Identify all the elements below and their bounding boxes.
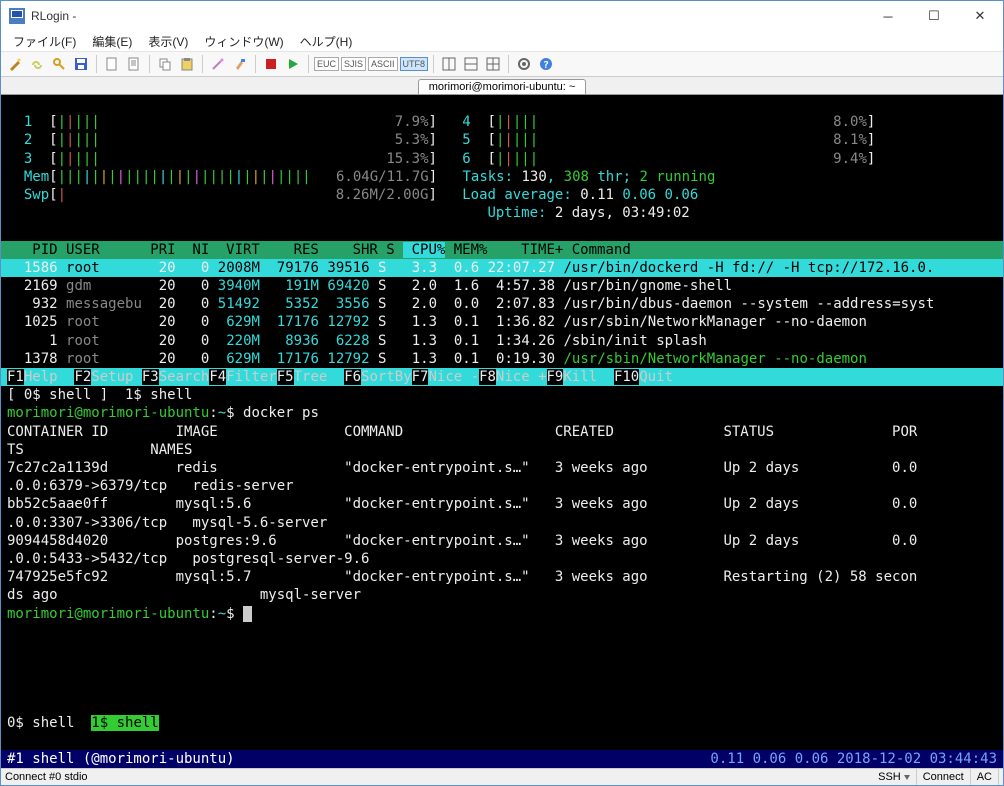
htop-header: PID USER PRI NI VIRT RES SHR S CPU% MEM%… [1,241,1003,259]
help-icon[interactable]: ? [536,54,556,74]
tmux-top-status: [ 0$ shell ] 1$ shell [1,386,1003,404]
maximize-button[interactable]: ☐ [911,1,957,31]
process-row[interactable]: 2169 gdm 20 0 3940M 191M 69420 S 2.0 1.6… [1,277,1003,295]
docker-row: 7c27c2a1139d redis "docker-entrypoint.s…… [1,459,1003,477]
command-text: docker ps [243,405,319,421]
process-row[interactable]: 1 root 20 0 220M 8936 6228 S 1.3 0.1 1:3… [1,332,1003,350]
menu-window[interactable]: ウィンドウ(W) [196,31,291,52]
docker-row: 747925e5fc92 mysql:5.7 "docker-entrypoin… [1,568,1003,586]
status-connect: Connect #0 stdio [5,771,88,783]
enc-utf8[interactable]: UTF8 [400,57,429,71]
docker-row: 9094458d4020 postgres:9.6 "docker-entryp… [1,532,1003,550]
app-icon [9,8,25,24]
process-row[interactable]: 1025 root 20 0 629M 17176 12792 S 1.3 0.… [1,313,1003,331]
key-icon[interactable] [49,54,69,74]
toolbar: EUC SJIS ASCII UTF8 ? [1,51,1003,77]
link-icon[interactable] [27,54,47,74]
docker-row: .0.0:5433->5432/tcp postgresql-server-9.… [1,550,1003,568]
grid2-icon[interactable] [461,54,481,74]
minimize-button[interactable]: ─ [865,1,911,31]
save-icon[interactable] [71,54,91,74]
docker-row: ds ago mysql-server [1,586,1003,604]
menu-edit[interactable]: 編集(E) [84,31,140,52]
docker-row: .0.0:6379->6379/tcp redis-server [1,477,1003,495]
docker-header: TS NAMES [1,441,1003,459]
wand2-icon[interactable] [208,54,228,74]
wand-icon[interactable] [5,54,25,74]
enc-ascii[interactable]: ASCII [368,57,398,71]
paste-icon[interactable] [177,54,197,74]
tab-strip: morimori@morimori-ubuntu: ~ [1,77,1003,95]
status-line: #1 shell (@morimori-ubuntu) 0.11 0.06 0.… [1,750,1003,768]
doc-icon[interactable] [124,54,144,74]
svg-text:?: ? [543,60,549,71]
menubar: ファイル(F) 編集(E) 表示(V) ウィンドウ(W) ヘルプ(H) [1,31,1003,51]
brush-icon[interactable] [230,54,250,74]
window-title: RLogin - [31,9,865,23]
copy-icon[interactable] [155,54,175,74]
process-row[interactable]: 1378 root 20 0 629M 17176 12792 S 1.3 0.… [1,350,1003,368]
terminal[interactable]: 1 [||||| 7.9%] 4 [||||| 8.0%] 2 [||||| 5… [1,95,1003,768]
grid3-icon[interactable] [483,54,503,74]
session-tab[interactable]: morimori@morimori-ubuntu: ~ [418,79,587,94]
tmux-bottom-status: 0$ shell 1$ shell [1,714,1003,732]
status-ssh[interactable]: SSH [872,769,917,785]
process-row[interactable]: 1586 root 20 0 2008M 79176 39516 S 3.3 0… [1,259,1003,277]
docker-row: bb52c5aae0ff mysql:5.6 "docker-entrypoin… [1,495,1003,513]
stop-icon[interactable] [261,54,281,74]
process-row[interactable]: 932 messagebu 20 0 51492 5352 3556 S 2.0… [1,295,1003,313]
menu-file[interactable]: ファイル(F) [5,31,84,52]
titlebar: RLogin - ─ ☐ ✕ [1,1,1003,31]
prompt-user: morimori@morimori-ubuntu [7,405,209,421]
gear-icon[interactable] [514,54,534,74]
enc-euc[interactable]: EUC [314,57,339,71]
status-left: #1 shell (@morimori-ubuntu) [7,751,235,767]
new-doc-icon[interactable] [102,54,122,74]
enc-sjis[interactable]: SJIS [341,57,366,71]
status-ac[interactable]: AC [971,769,999,785]
menu-view[interactable]: 表示(V) [140,31,196,52]
close-button[interactable]: ✕ [957,1,1003,31]
menu-help[interactable]: ヘルプ(H) [292,31,361,52]
status-right: 0.11 0.06 0.06 2018-12-02 03:44:43 [710,751,997,767]
docker-row: .0.0:3307->3306/tcp mysql-5.6-server [1,514,1003,532]
cursor [243,606,252,622]
docker-header: CONTAINER ID IMAGE COMMAND CREATED STATU… [1,423,1003,441]
grid1-icon[interactable] [439,54,459,74]
play-icon[interactable] [283,54,303,74]
prompt-user-2: morimori@morimori-ubuntu [7,606,209,622]
status-connect-seg[interactable]: Connect [917,769,971,785]
app-statusbar: Connect #0 stdio SSH Connect AC [1,768,1003,785]
